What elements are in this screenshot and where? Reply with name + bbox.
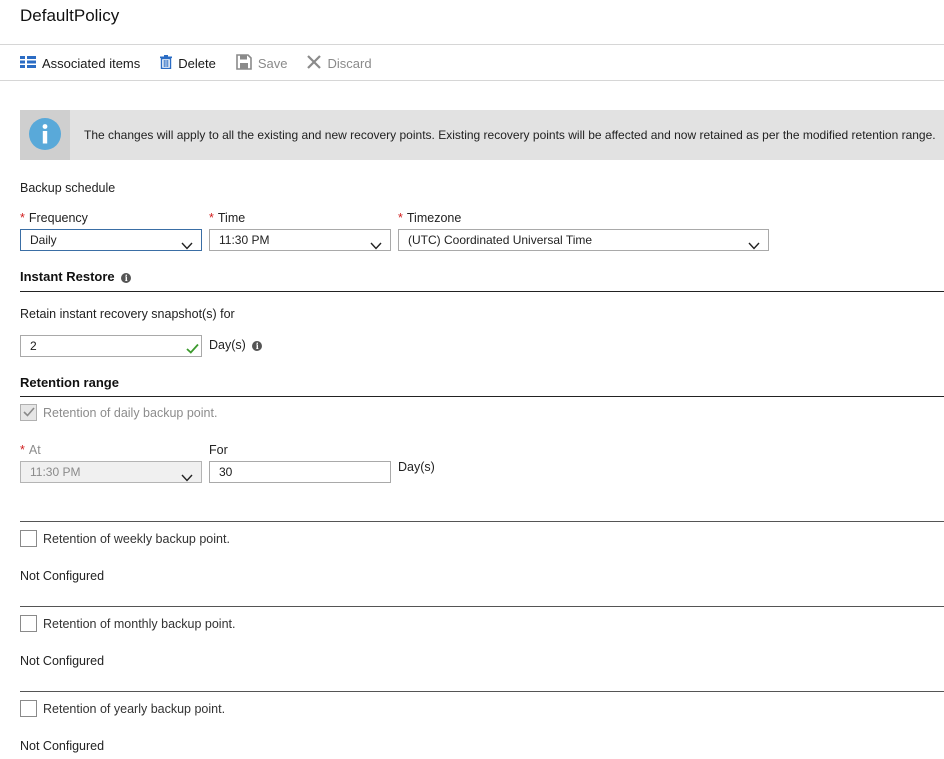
daily-at-dropdown[interactable]: 11:30 PM bbox=[20, 461, 202, 483]
timezone-dropdown[interactable]: (UTC) Coordinated Universal Time bbox=[398, 229, 769, 251]
required-asterisk: * bbox=[20, 211, 25, 225]
monthly-retention-checkbox[interactable] bbox=[20, 615, 37, 632]
title-divider bbox=[0, 44, 944, 45]
backup-schedule-label: Backup schedule bbox=[20, 181, 116, 195]
list-grid-icon bbox=[20, 55, 36, 71]
command-toolbar: Associated items Delete Save Discard bbox=[20, 53, 392, 73]
retention-divider bbox=[20, 396, 944, 397]
daily-at-value: 11:30 PM bbox=[30, 465, 81, 479]
yearly-retention-label: Retention of yearly backup point. bbox=[43, 702, 226, 716]
daily-for-value: 30 bbox=[219, 465, 233, 479]
snapshot-days-input[interactable]: 2 bbox=[20, 335, 202, 357]
weekly-retention-label: Retention of weekly backup point. bbox=[43, 532, 230, 546]
banner-message: The changes will apply to all the existi… bbox=[84, 128, 936, 142]
save-button[interactable]: Save bbox=[236, 53, 288, 73]
discard-label: Discard bbox=[327, 55, 372, 71]
timezone-label: * Timezone bbox=[398, 211, 462, 225]
monthly-status: Not Configured bbox=[20, 654, 105, 668]
page-title: DefaultPolicy bbox=[20, 6, 120, 25]
frequency-value: Daily bbox=[30, 233, 57, 247]
instant-restore-divider bbox=[20, 291, 944, 292]
frequency-dropdown[interactable]: Daily bbox=[20, 229, 202, 251]
timezone-value: (UTC) Coordinated Universal Time bbox=[408, 233, 593, 247]
toolbar-divider bbox=[0, 80, 944, 81]
checkmark-icon bbox=[186, 340, 199, 360]
required-asterisk: * bbox=[20, 443, 25, 457]
weekly-retention-checkbox[interactable] bbox=[20, 530, 37, 547]
daily-retention-label: Retention of daily backup point. bbox=[43, 406, 218, 420]
info-icon-box bbox=[20, 110, 70, 160]
daily-retention-checkbox[interactable] bbox=[20, 404, 37, 421]
time-value: 11:30 PM bbox=[219, 233, 270, 247]
yearly-retention-checkbox[interactable] bbox=[20, 700, 37, 717]
trash-icon bbox=[160, 54, 173, 72]
daily-for-input[interactable]: 30 bbox=[209, 461, 391, 483]
chevron-down-icon bbox=[748, 236, 760, 256]
monthly-retention-label: Retention of monthly backup point. bbox=[43, 617, 236, 631]
delete-label: Delete bbox=[178, 55, 216, 71]
discard-button[interactable]: Discard bbox=[307, 54, 372, 72]
retain-snapshot-label: Retain instant recovery snapshot(s) for bbox=[20, 307, 235, 321]
monthly-divider bbox=[20, 606, 944, 607]
frequency-label: * Frequency bbox=[20, 211, 88, 225]
chevron-down-icon bbox=[370, 236, 382, 256]
time-dropdown[interactable]: 11:30 PM bbox=[209, 229, 391, 251]
info-icon[interactable]: i bbox=[252, 340, 263, 351]
info-banner: The changes will apply to all the existi… bbox=[20, 110, 944, 160]
chevron-down-icon bbox=[181, 468, 193, 488]
associated-items-button[interactable]: Associated items bbox=[20, 55, 141, 71]
snapshot-days-value: 2 bbox=[30, 339, 37, 353]
info-icon bbox=[29, 117, 61, 153]
at-label: * At bbox=[20, 443, 41, 457]
yearly-divider bbox=[20, 691, 944, 692]
x-icon bbox=[307, 54, 322, 72]
weekly-status: Not Configured bbox=[20, 569, 105, 583]
delete-button[interactable]: Delete bbox=[160, 54, 216, 72]
info-icon[interactable]: i bbox=[121, 272, 132, 283]
floppy-disk-icon bbox=[236, 53, 252, 73]
daily-for-unit: Day(s) bbox=[398, 460, 435, 474]
time-label: * Time bbox=[209, 211, 246, 225]
associated-items-label: Associated items bbox=[42, 55, 141, 71]
snapshot-days-unit: Day(s) i bbox=[209, 338, 263, 352]
required-asterisk: * bbox=[209, 211, 214, 225]
weekly-divider bbox=[20, 521, 944, 522]
chevron-down-icon bbox=[181, 236, 193, 256]
instant-restore-heading: Instant Restore i bbox=[20, 269, 132, 284]
yearly-status: Not Configured bbox=[20, 739, 105, 753]
required-asterisk: * bbox=[398, 211, 403, 225]
checkmark-icon bbox=[22, 405, 35, 420]
save-label: Save bbox=[257, 55, 288, 71]
for-label: For bbox=[209, 443, 228, 457]
retention-range-heading: Retention range bbox=[20, 375, 119, 390]
